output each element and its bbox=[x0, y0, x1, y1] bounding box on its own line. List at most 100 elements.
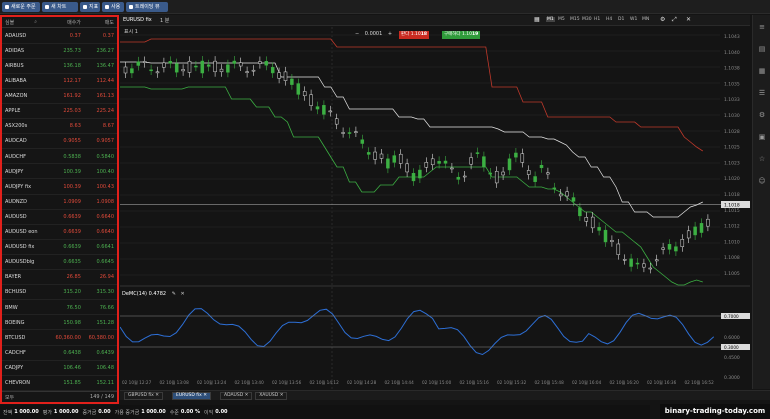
row-bid: 315.20 bbox=[63, 289, 81, 296]
time-axis: 02 10월 12:27 02 10월 13:08 02 10월 13:24 02 1… bbox=[122, 379, 714, 386]
chart-tools-icon[interactable]: ▦ bbox=[534, 16, 540, 23]
candle-body bbox=[661, 247, 665, 250]
timeframe-m1[interactable]: M1 bbox=[546, 17, 555, 22]
time-tick: 02 10월 16:52 bbox=[685, 379, 715, 386]
indicators-button[interactable]: 지표 bbox=[80, 2, 100, 12]
qty-value[interactable]: 0.0001 bbox=[365, 31, 383, 37]
candle-body bbox=[174, 63, 179, 73]
period-select[interactable]: 1 분 bbox=[160, 17, 169, 24]
settings-icon[interactable]: ⚙ bbox=[660, 16, 665, 23]
watchlist-row[interactable]: BOEING 150.98 151.28 bbox=[2, 316, 117, 331]
watchlist-row[interactable]: CADCHF 0.6438 0.6439 bbox=[2, 346, 117, 361]
qty-control[interactable]: − 0.0001 + bbox=[355, 31, 392, 37]
symbol-tab[interactable]: EURUSD fix ✕ bbox=[172, 392, 212, 400]
close-icon[interactable]: ✕ bbox=[686, 16, 691, 23]
timeframe-m15[interactable]: M15 bbox=[570, 17, 580, 22]
timeframe-d1[interactable]: D1 bbox=[618, 17, 624, 22]
edit-icon[interactable]: ✎ bbox=[172, 291, 176, 297]
row-ask: 0.37 bbox=[102, 32, 115, 39]
free-margin-value: 1 000.00 bbox=[141, 409, 166, 415]
watchlist-row[interactable]: AUDNZD 1.0909 1.0908 bbox=[2, 195, 117, 210]
candle-body bbox=[437, 161, 441, 164]
symbol-tab[interactable]: ADAUSD ✕ bbox=[220, 392, 253, 400]
watchlist-row[interactable]: AUDCAD 0.9055 0.9057 bbox=[2, 135, 117, 150]
candle-body bbox=[162, 62, 166, 68]
col-bid[interactable]: 매수가 bbox=[48, 19, 81, 26]
balance-value: 1 000.00 bbox=[14, 409, 39, 415]
candle-body bbox=[379, 153, 384, 159]
watchlist-row[interactable]: AUDJPY 100.39 100.40 bbox=[2, 165, 117, 180]
row-bid: 161.92 bbox=[63, 93, 81, 100]
watchlist-row[interactable]: BTCUSD 60,360.00 60,380.00 bbox=[2, 331, 117, 346]
user-icon[interactable]: ☺ bbox=[758, 177, 766, 185]
timeframe-mn[interactable]: MN bbox=[642, 17, 649, 22]
timeframe-h1[interactable]: H1 bbox=[594, 17, 600, 22]
row-ask: 0.5840 bbox=[96, 153, 115, 160]
sell-button[interactable]: 판다 1.1018 bbox=[399, 31, 429, 39]
candle-body bbox=[443, 160, 448, 164]
candle-body bbox=[155, 71, 160, 74]
col-ask[interactable]: 매도 bbox=[81, 19, 114, 26]
watchlist-row[interactable]: ALIBABA 112.17 112.44 bbox=[2, 74, 117, 89]
new-order-button[interactable]: 새로운 주문 bbox=[2, 2, 40, 12]
watchlist-row[interactable]: AUDCHF 0.5838 0.5840 bbox=[2, 150, 117, 165]
use-button[interactable]: 사용 bbox=[102, 2, 124, 12]
layers-icon[interactable]: ≡ bbox=[758, 23, 766, 31]
fullscreen-icon[interactable]: ⤢ bbox=[672, 16, 677, 24]
candles-icon bbox=[105, 4, 109, 9]
list-icon[interactable]: ☰ bbox=[758, 89, 766, 97]
candle-body bbox=[130, 68, 134, 74]
timeframe-h4[interactable]: H4 bbox=[606, 17, 612, 22]
filter-select[interactable]: 모두 bbox=[5, 394, 14, 401]
watchlist-row[interactable]: BMW 76.50 76.66 bbox=[2, 301, 117, 316]
watchlist-row[interactable]: ADAUSD 0.37 0.37 bbox=[2, 29, 117, 44]
trading-view-button[interactable]: 트레이딩 뷰 bbox=[126, 2, 168, 12]
row-symbol: BOEING bbox=[5, 319, 25, 326]
symbol-tab[interactable]: XAUUSD ✕ bbox=[255, 392, 288, 400]
search-icon[interactable]: ⌕ bbox=[34, 19, 48, 25]
watchlist-row[interactable]: BCHUSD 315.20 315.30 bbox=[2, 286, 117, 301]
symbol-tab[interactable]: GBPUSD fix ✕ bbox=[124, 392, 164, 400]
watchlist-row[interactable]: AUDJPY fix 100.39 100.43 bbox=[2, 180, 117, 195]
watchlist-row[interactable]: AMAZON 161.92 161.13 bbox=[2, 89, 117, 104]
row-symbol: ADAUSD bbox=[5, 32, 27, 39]
row-bid: 0.37 bbox=[69, 32, 81, 39]
watchlist-row[interactable]: AUDUSD fix 0.6639 0.6641 bbox=[2, 240, 117, 255]
watchlist-row[interactable]: CHEVRON 151.85 152.11 bbox=[2, 376, 117, 391]
grid-icon[interactable]: ▦ bbox=[758, 67, 766, 75]
row-symbol: AUDUSDbig bbox=[5, 259, 35, 266]
new-chart-button[interactable]: 새 차트 bbox=[42, 2, 78, 12]
watchlist-row[interactable]: AIRBUS 136.18 136.47 bbox=[2, 59, 117, 74]
oscillator bbox=[119, 308, 715, 356]
candle-body bbox=[654, 259, 659, 262]
timeframe-m5[interactable]: M5 bbox=[558, 17, 565, 22]
row-symbol: AUDCHF bbox=[5, 153, 27, 160]
watchlist-row[interactable]: APPLE 225.03 225.24 bbox=[2, 105, 117, 120]
tab-label: ADAUSD ✕ bbox=[224, 393, 249, 398]
settings-icon[interactable]: ⚙ bbox=[758, 111, 766, 119]
star-icon[interactable]: ☆ bbox=[758, 155, 766, 163]
timeframe-w1[interactable]: W1 bbox=[630, 17, 637, 22]
watchlist-row[interactable]: AUDUSDbig 0.6635 0.6645 bbox=[2, 256, 117, 271]
candle-body bbox=[622, 259, 627, 261]
watchlist-row[interactable]: AUDUSD eon 0.6639 0.6640 bbox=[2, 225, 117, 240]
candle-body bbox=[296, 83, 301, 95]
calendar-icon[interactable]: ▣ bbox=[758, 133, 766, 141]
minus-icon[interactable]: − bbox=[355, 31, 359, 37]
chart-area[interactable]: 1.1043 1.1040 1.1038 1.1035 1.1033 1.1030 1.10… bbox=[119, 27, 750, 389]
chart-symbol-select[interactable]: EURUSD fix bbox=[123, 17, 152, 23]
timeframe-m30[interactable]: M30 bbox=[582, 17, 592, 22]
watchlist-row[interactable]: AUDUSD 0.6639 0.6640 bbox=[2, 210, 117, 225]
close-indicator-icon[interactable]: ✕ bbox=[180, 291, 184, 297]
row-bid: 100.39 bbox=[63, 183, 81, 190]
watchlist-row[interactable]: BAYER 26.85 26.94 bbox=[2, 271, 117, 286]
watchlist-row[interactable]: CADJPY 106.46 106.48 bbox=[2, 361, 117, 376]
watchlist-row[interactable]: ADIDAS 235.73 236.27 bbox=[2, 44, 117, 59]
buy-button[interactable]: 구매하다 1.1019 bbox=[442, 31, 481, 39]
col-symbol[interactable]: 심볼 bbox=[5, 19, 34, 26]
chart-icon[interactable]: ▤ bbox=[758, 45, 766, 53]
price-chart[interactable]: 1.1043 1.1040 1.1038 1.1035 1.1033 1.1030 1.10… bbox=[119, 27, 750, 389]
candle-body bbox=[315, 106, 320, 110]
plus-icon[interactable]: + bbox=[388, 31, 392, 37]
watchlist-row[interactable]: ASX200s 8.63 8.67 bbox=[2, 120, 117, 135]
